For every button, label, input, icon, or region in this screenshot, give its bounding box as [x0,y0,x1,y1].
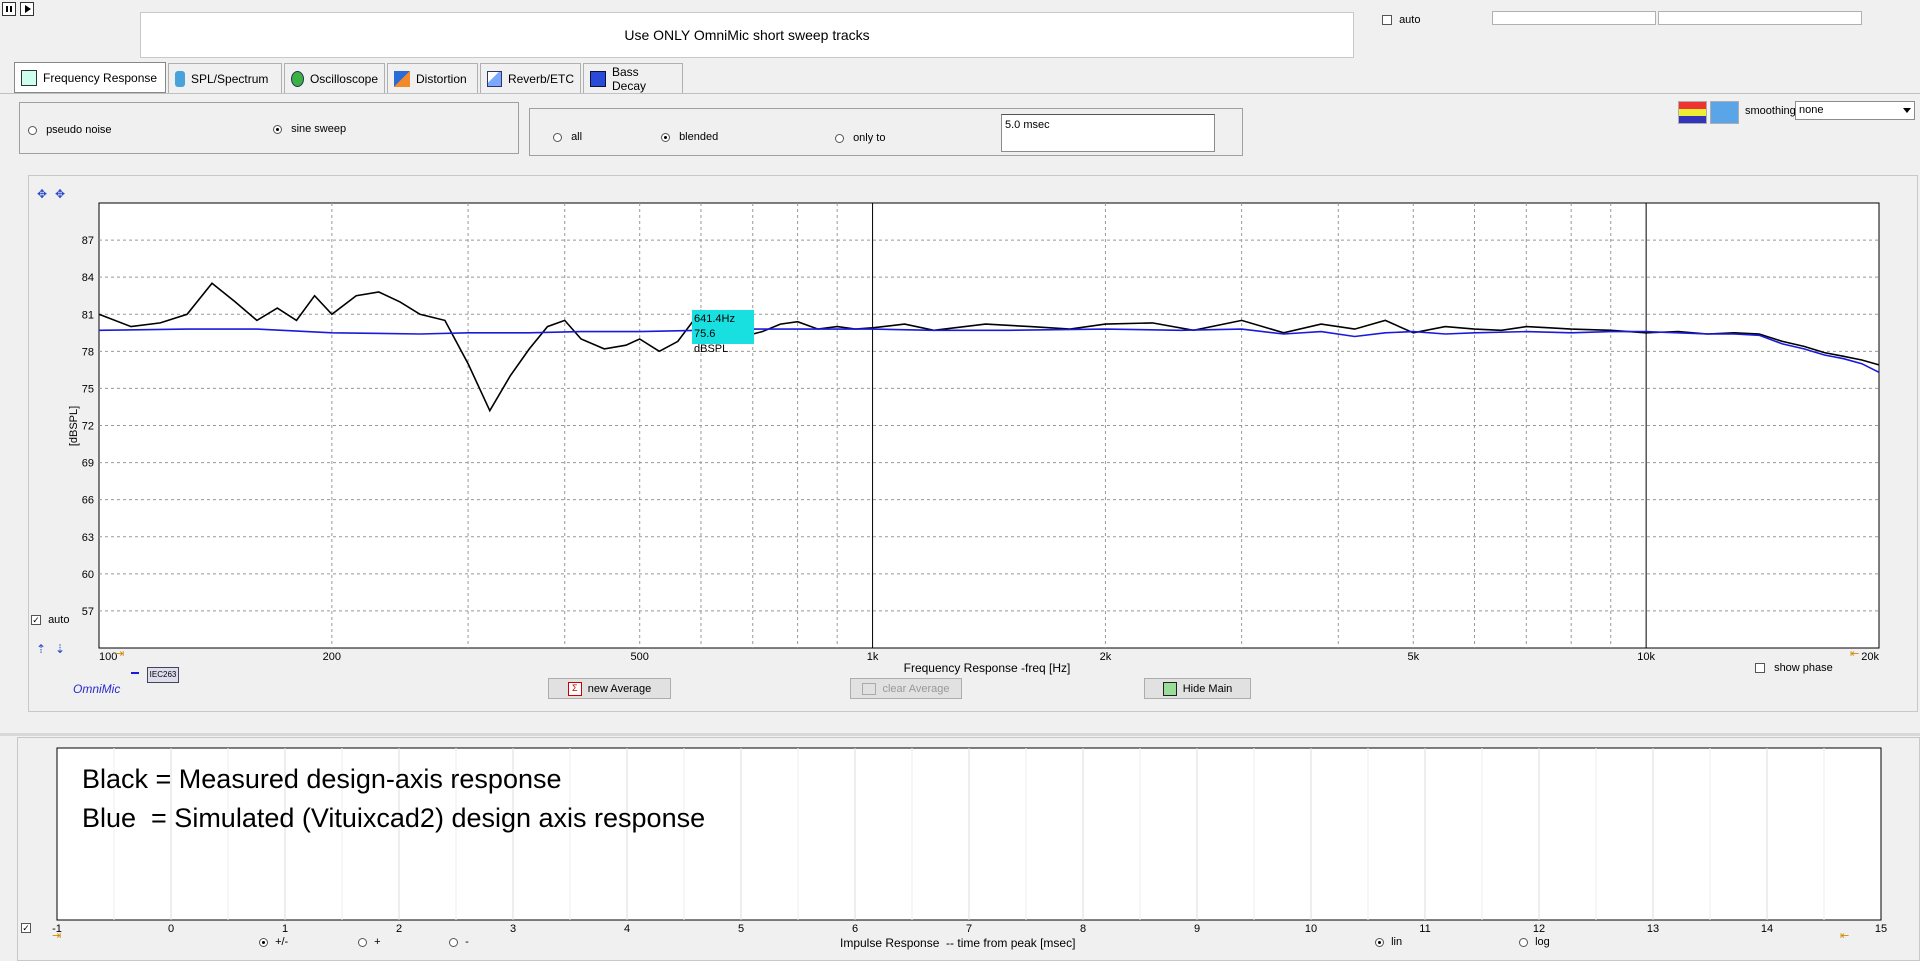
impulse-tick-label: 2 [396,923,402,935]
scale-log-dot[interactable] [1519,937,1528,947]
impulse-tick-label: 7 [966,923,972,935]
impulse-tick-label: 8 [1080,923,1086,935]
impulse-pan-right-icon[interactable]: ⇤ [1840,929,1849,942]
polarity-pm-dot[interactable] [259,937,268,947]
impulse-checkbox[interactable]: ✓ [21,922,31,934]
impulse-x-axis-label: Impulse Response -- time from peak [msec… [840,936,1076,950]
impulse-pan-left-icon[interactable]: ⇥ [52,929,61,942]
scale-lin-radio[interactable]: lin [1375,936,1402,948]
impulse-note-line1: Black = Measured design-axis response [82,764,562,794]
impulse-tick-label: 0 [168,923,174,935]
impulse-tick-label: 9 [1194,923,1200,935]
impulse-tick-label: 4 [624,923,630,935]
impulse-tick-label: 11 [1419,923,1430,935]
impulse-tick-label: 12 [1533,923,1545,935]
impulse-tick-label: 14 [1761,923,1773,935]
impulse-note-line2: Blue = Simulated (Vituixcad2) design axi… [82,803,706,833]
impulse-tick-label: 1 [282,923,288,935]
impulse-tick-label: 6 [852,923,858,935]
impulse-tick-label: 15 [1875,923,1887,935]
polarity-minus-dot[interactable] [449,937,458,947]
impulse-tick-label: 5 [738,923,744,935]
impulse-tick-label: 10 [1305,923,1317,935]
polarity-pm-radio[interactable]: +/- [259,936,288,948]
polarity-minus-radio[interactable]: - [449,936,469,948]
polarity-plus-dot[interactable] [358,937,367,947]
impulse-tick-label: 13 [1647,923,1659,935]
polarity-plus-radio[interactable]: + [358,936,381,948]
impulse-tick-label: 3 [510,923,516,935]
scale-log-radio[interactable]: log [1519,936,1550,948]
impulse-check-box[interactable]: ✓ [21,923,31,934]
scale-lin-dot[interactable] [1375,937,1384,947]
